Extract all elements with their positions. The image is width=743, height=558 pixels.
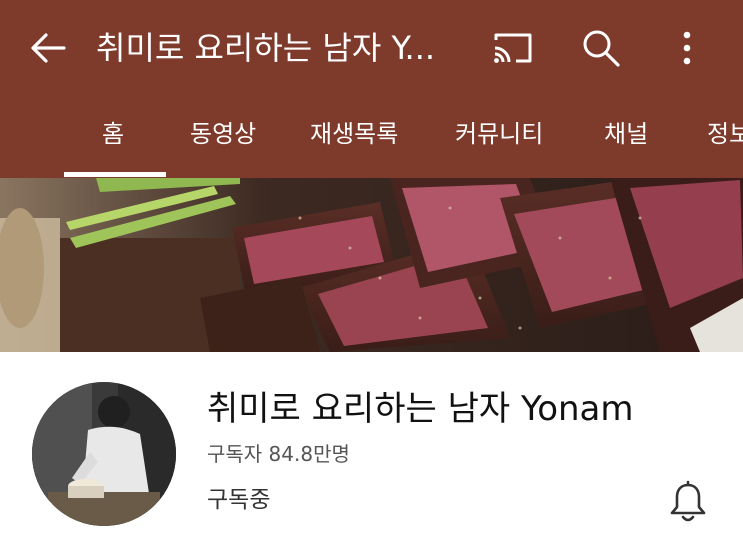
subscribe-status-button[interactable]: 구독중 bbox=[207, 484, 270, 516]
tab-community[interactable]: 커뮤니티 bbox=[455, 118, 543, 150]
tab-channels[interactable]: 채널 bbox=[604, 118, 648, 150]
search-icon bbox=[583, 30, 620, 67]
bell-icon bbox=[670, 480, 706, 522]
tab-playlists[interactable]: 재생목록 bbox=[310, 118, 398, 150]
selected-tab-indicator bbox=[64, 172, 166, 177]
channel-title: 취미로 요리하는 남자 Y... bbox=[96, 29, 436, 67]
back-button[interactable] bbox=[26, 28, 70, 68]
channel-banner bbox=[0, 178, 743, 352]
channel-tabs: 홈 동영상 재생목록 커뮤니티 채널 정보 bbox=[0, 100, 743, 178]
channel-name: 취미로 요리하는 남자 Yonam bbox=[207, 389, 634, 429]
more-vertical-icon bbox=[683, 31, 691, 65]
channel-info: 취미로 요리하는 남자 Yonam 구독자 84.8만명 구독중 bbox=[0, 352, 743, 558]
tab-home[interactable]: 홈 bbox=[102, 118, 124, 150]
more-options-button[interactable] bbox=[670, 26, 704, 70]
search-button[interactable] bbox=[578, 26, 624, 70]
cast-button[interactable] bbox=[490, 28, 536, 68]
tab-about[interactable]: 정보 bbox=[707, 118, 743, 150]
top-bar: 취미로 요리하는 남자 Y... bbox=[0, 0, 743, 94]
back-arrow-icon bbox=[31, 33, 66, 63]
avatar[interactable] bbox=[32, 382, 176, 526]
subscriber-count: 구독자 84.8만명 bbox=[207, 442, 350, 466]
chef-avatar-image bbox=[32, 382, 176, 526]
notification-button[interactable] bbox=[668, 480, 708, 524]
steak-banner-image bbox=[0, 178, 743, 352]
cast-icon bbox=[494, 33, 532, 63]
app-header: 취미로 요리하는 남자 Y... 홈 동영상 재생목록 커뮤니티 채널 정보 bbox=[0, 0, 743, 178]
tab-videos[interactable]: 동영상 bbox=[190, 118, 256, 150]
